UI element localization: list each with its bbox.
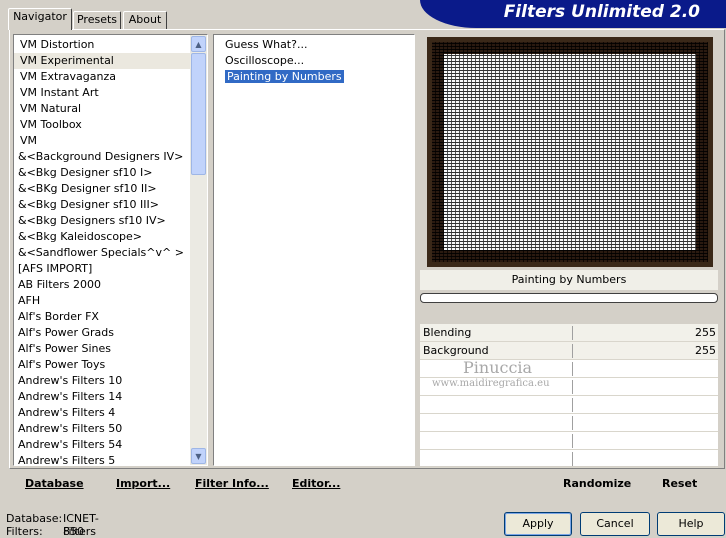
filter-item-label: Painting by Numbers [225,70,344,83]
watermark-url: www.maidiregrafica.eu [432,378,550,389]
filter-item-label: Oscilloscope... [225,54,305,67]
randomize-button[interactable]: Randomize [563,476,631,492]
filter-list[interactable]: Guess What?... Oscilloscope... Painting by… [213,34,415,466]
tab-navigator[interactable]: Navigator [8,8,72,30]
parameter-list: Blending 255 Background 255 [420,324,718,468]
category-item[interactable]: Alf's Power Sines [14,341,192,357]
param-label: Background [423,344,489,357]
category-item[interactable]: VM Distortion [14,37,192,53]
filter-item[interactable]: Oscilloscope... [214,53,414,69]
param-label: Blending [423,326,472,339]
category-list[interactable]: VM Distortion VM Experimental VM Extravaga… [13,34,208,466]
category-item[interactable]: Andrew's Filters 10 [14,373,192,389]
scroll-thumb[interactable] [191,53,206,175]
help-button[interactable]: Help [657,512,725,536]
category-item[interactable]: &<Sandflower Specials^v^ > [14,245,192,261]
category-item[interactable]: [AFS IMPORT] [14,261,192,277]
category-item[interactable]: &<BKg Designer sf10 II> [14,181,192,197]
category-item[interactable]: VM Natural [14,101,192,117]
reset-button[interactable]: Reset [662,476,697,492]
filter-preview-image [427,37,713,267]
cancel-button[interactable]: Cancel [580,512,650,536]
app-banner-title: Filters Unlimited 2.0 [420,0,726,28]
category-item[interactable]: Alf's Power Grads [14,325,192,341]
param-row-blending[interactable]: Blending 255 [420,324,718,342]
scroll-down-icon[interactable]: ▼ [191,448,206,464]
category-item[interactable]: Alf's Power Toys [14,357,192,373]
category-item[interactable]: VM Extravaganza [14,69,192,85]
category-item[interactable]: VM Experimental [14,53,192,69]
tab-about[interactable]: About [123,11,167,29]
category-item[interactable]: VM Toolbox [14,117,192,133]
database-button[interactable]: Database [25,476,84,492]
category-item[interactable]: AB Filters 2000 [14,277,192,293]
progress-bar [420,293,718,303]
param-row-empty [420,450,718,468]
category-item[interactable]: &<Bkg Designers sf10 IV> [14,213,192,229]
filter-item-label: Guess What?... [225,38,308,51]
scroll-up-icon[interactable]: ▲ [191,36,206,52]
param-row-empty [420,396,718,414]
category-item[interactable]: &<Bkg Designer sf10 I> [14,165,192,181]
import-button[interactable]: Import... [116,476,170,492]
apply-button[interactable]: Apply [504,512,572,536]
category-item[interactable]: AFH [14,293,192,309]
param-row-empty [420,414,718,432]
watermark-name: Pinuccia [463,358,533,377]
category-item[interactable]: &<Bkg Designer sf10 III> [14,197,192,213]
category-item[interactable]: Andrew's Filters 54 [14,437,192,453]
category-item[interactable]: VM Instant Art [14,85,192,101]
editor-button[interactable]: Editor... [292,476,340,492]
category-item[interactable]: Andrew's Filters 5 [14,453,192,465]
filter-info-button[interactable]: Filter Info... [195,476,269,492]
selected-filter-title: Painting by Numbers [420,270,718,290]
filter-item[interactable]: Painting by Numbers [214,69,414,85]
category-item[interactable]: Andrew's Filters 50 [14,421,192,437]
param-value: 255 [695,326,716,339]
filters-count-info: Filters: 850 [6,525,84,538]
category-item[interactable]: &<Background Designers IV> [14,149,192,165]
database-label: Database: [6,512,63,525]
category-item[interactable]: Alf's Border FX [14,309,192,325]
param-value: 255 [695,344,716,357]
database-info: Database: ICNET-Filters [6,512,99,538]
category-item[interactable]: Andrew's Filters 14 [14,389,192,405]
category-item[interactable]: &<Bkg Kaleidoscope> [14,229,192,245]
filters-label: Filters: [6,525,43,538]
tab-presets[interactable]: Presets [73,11,121,29]
param-row-empty [420,432,718,450]
filters-value: 850 [63,525,84,538]
filter-item[interactable]: Guess What?... [214,37,414,53]
category-item[interactable]: VM [14,133,192,149]
category-scrollbar[interactable]: ▲ ▼ [190,35,207,465]
category-item[interactable]: Andrew's Filters 4 [14,405,192,421]
